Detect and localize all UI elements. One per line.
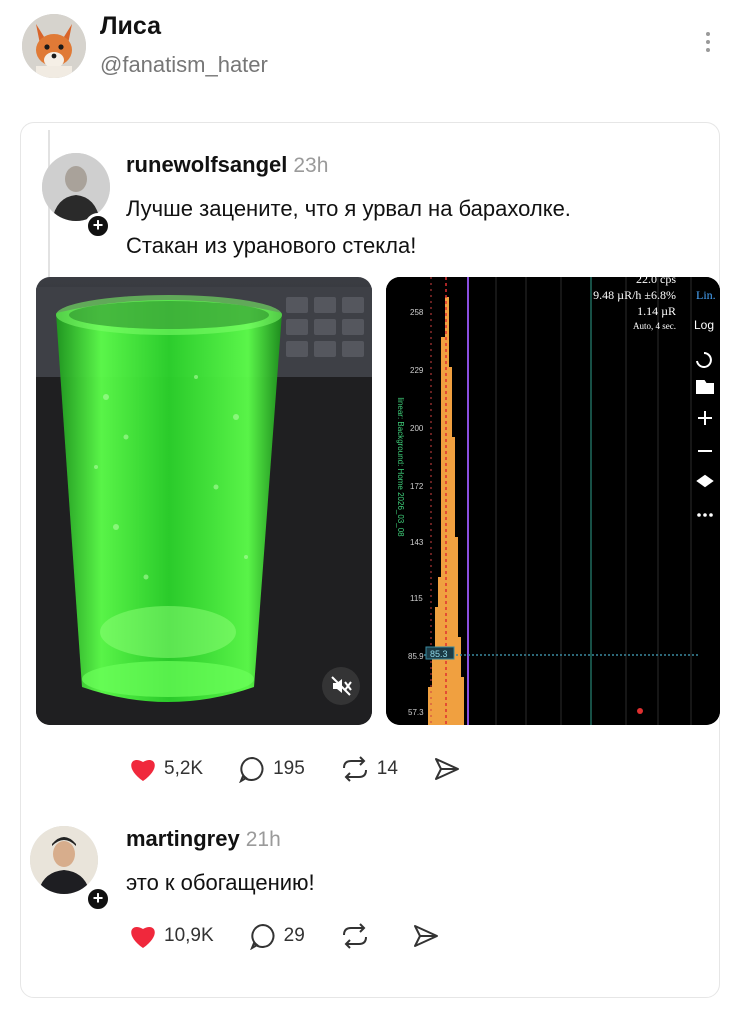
post-video-glass[interactable] — [36, 277, 372, 725]
y-tick: 143 — [410, 538, 424, 547]
interval-readout: Auto, 4 sec. — [633, 321, 676, 331]
y-tick: 172 — [410, 482, 424, 491]
repost-icon — [342, 756, 367, 782]
man-avatar-image — [42, 153, 110, 221]
y-tick: 115 — [410, 594, 423, 603]
heart-filled-icon — [131, 927, 155, 948]
like-button[interactable]: 5,2K — [128, 755, 203, 783]
mute-button[interactable] — [322, 667, 360, 705]
y-tick: 85.9 — [408, 652, 424, 661]
y-tick: 57.3 — [408, 708, 424, 717]
reply-author-avatar[interactable] — [30, 826, 98, 894]
post-username[interactable]: runewolfsangel 23h — [126, 152, 328, 178]
fox-avatar-image — [22, 14, 86, 78]
profile-name: Лиса — [100, 12, 162, 40]
y-tick: 200 — [410, 424, 424, 433]
post-image-spectrum[interactable]: 85.3 258 229 200 172 143 115 85.9 57.3 l… — [386, 277, 720, 725]
post-time: 23h — [293, 154, 329, 177]
reply-repost-button[interactable] — [339, 922, 377, 950]
post-text-line-1: Лучше зацените, что я урвал на барахолке… — [126, 196, 571, 221]
more-icon — [697, 513, 713, 517]
profile-handle: @fanatism_hater — [100, 52, 268, 77]
post-actions: 5,2K 195 14 — [128, 751, 502, 787]
reply-username[interactable]: martingrey 21h — [126, 826, 281, 852]
comment-icon — [249, 923, 275, 950]
post-text-line-2: Стакан из уранового стекла! — [126, 233, 417, 258]
y-tick: 229 — [410, 366, 424, 375]
cursor-value-label: 85.3 — [430, 649, 448, 659]
profile-header: Лиса @fanatism_hater — [0, 0, 740, 100]
uranium-glass-image — [36, 277, 372, 725]
share-button[interactable] — [432, 755, 468, 783]
comment-count: 195 — [273, 758, 305, 779]
reply-actions: 10,9K 29 — [128, 918, 481, 954]
reply-text: это к обогащению! — [126, 870, 315, 895]
log-toggle: Log — [694, 318, 714, 332]
reply-share-button[interactable] — [411, 922, 447, 950]
y-tick: 258 — [410, 308, 424, 317]
comment-button[interactable]: 195 — [237, 755, 305, 783]
profile-avatar[interactable] — [22, 14, 86, 78]
comment-icon — [239, 756, 264, 783]
reply-comment-count: 29 — [283, 925, 305, 946]
reply-like-count: 10,9K — [164, 925, 214, 946]
lin-toggle: Lin. — [696, 288, 716, 302]
reply-follow-plus-button[interactable]: + — [85, 886, 111, 912]
send-icon — [413, 925, 438, 947]
spectrum-side-label: linear: Background: Home 2026_03_08 — [396, 397, 405, 537]
speaker-muted-icon — [331, 676, 352, 696]
repost-count: 14 — [376, 758, 398, 779]
like-count: 5,2K — [164, 758, 204, 779]
reply-time: 21h — [245, 828, 281, 851]
repost-button[interactable]: 14 — [339, 755, 398, 783]
cps-readout: 22.0 cps — [636, 277, 676, 286]
reply-comment-button[interactable]: 29 — [248, 922, 305, 950]
post-text: Лучше зацените, что я урвал на барахолке… — [126, 190, 571, 264]
follow-plus-button[interactable]: + — [85, 213, 111, 239]
send-icon — [434, 758, 459, 780]
repost-icon — [342, 923, 367, 949]
more-options-icon[interactable] — [702, 28, 714, 64]
post-author-avatar[interactable] — [42, 153, 110, 221]
spectrum-screen: 85.3 258 229 200 172 143 115 85.9 57.3 l… — [386, 277, 720, 725]
reply-like-button[interactable]: 10,9K — [128, 922, 214, 950]
dose-total-readout: 1.14 µR — [637, 304, 676, 318]
dose-rate-readout: 9.48 µR/h ±6.8% — [593, 288, 676, 302]
reply-man-avatar-image — [30, 826, 98, 894]
heart-filled-icon — [131, 760, 155, 781]
